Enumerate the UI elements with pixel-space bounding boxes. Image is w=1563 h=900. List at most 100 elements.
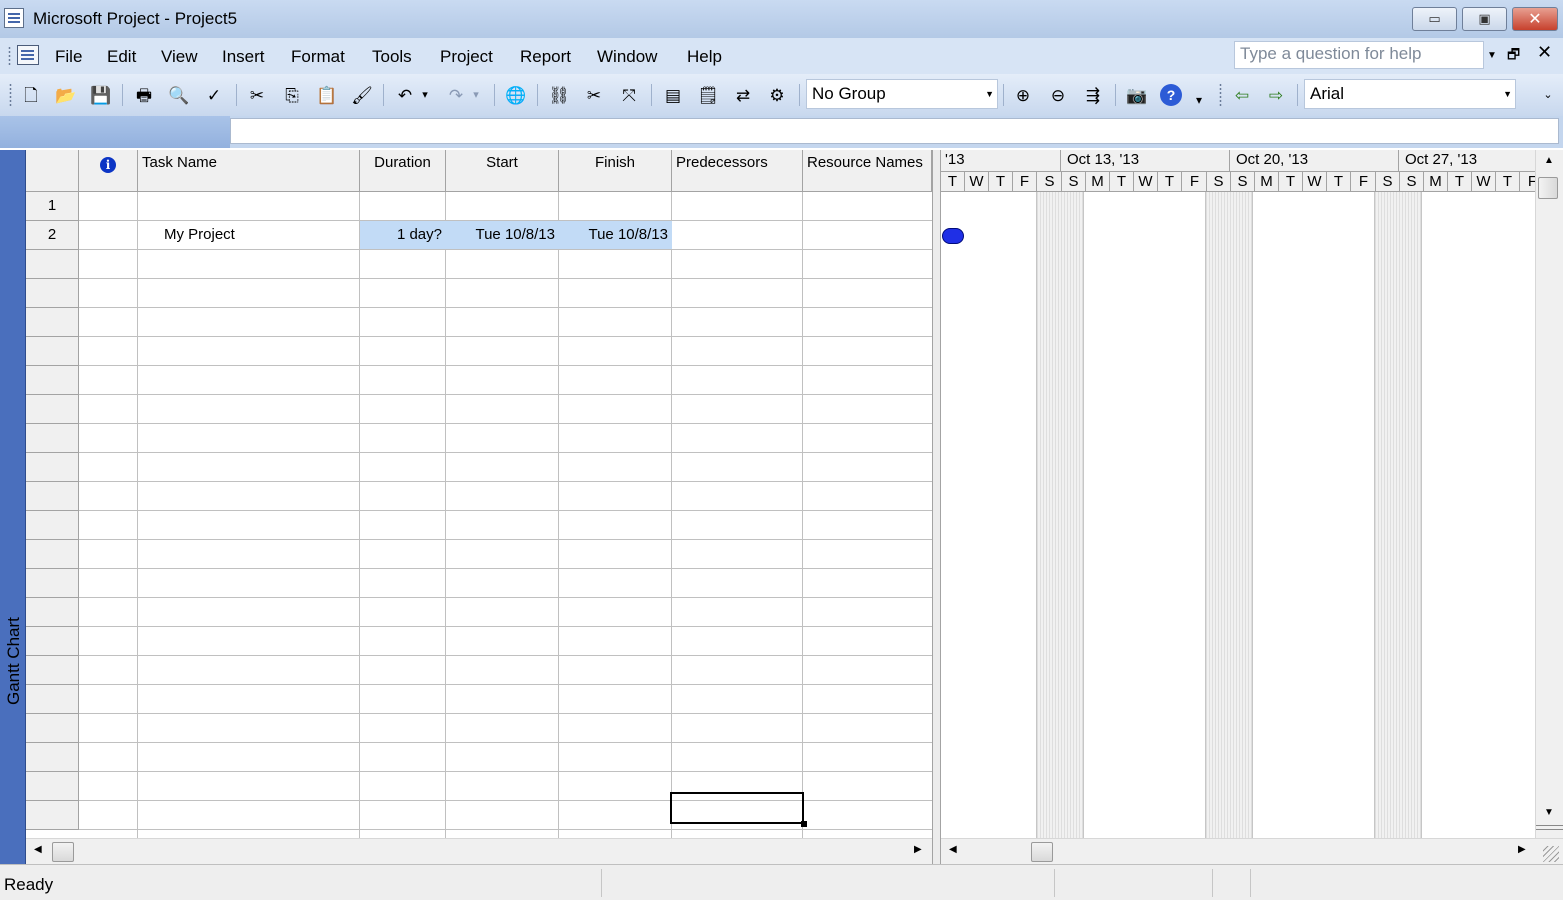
app-icon[interactable] (4, 8, 24, 28)
row-header[interactable] (26, 279, 79, 308)
scroll-right-icon[interactable]: ▶ (914, 844, 922, 855)
gantt-scroll-thumb[interactable] (1031, 842, 1053, 862)
toolbar-grip-icon[interactable] (9, 83, 12, 107)
row-header[interactable] (26, 685, 79, 714)
menu-tools[interactable]: Tools (372, 47, 412, 67)
row-header[interactable] (26, 250, 79, 279)
maximize-button[interactable]: ▣ (1462, 7, 1507, 31)
zoom-out-icon[interactable]: ⊖ (1046, 83, 1070, 107)
menu-report[interactable]: Report (520, 47, 571, 67)
spelling-icon[interactable]: ✓ (202, 83, 226, 107)
row-header[interactable] (26, 482, 79, 511)
menu-view[interactable]: View (161, 47, 198, 67)
row-header[interactable] (26, 337, 79, 366)
vertical-scroll-thumb[interactable] (1538, 177, 1558, 199)
chevron-down-icon[interactable]: ▼ (985, 89, 994, 99)
row-header[interactable] (26, 424, 79, 453)
entry-field[interactable] (230, 118, 1559, 144)
menu-help[interactable]: Help (687, 47, 722, 67)
column-header-info[interactable]: i (79, 150, 138, 192)
indent-icon[interactable]: ⇨ (1264, 83, 1288, 107)
row-header[interactable] (26, 801, 79, 830)
menu-edit[interactable]: Edit (107, 47, 136, 67)
row-header[interactable] (26, 598, 79, 627)
resource-names-cell[interactable] (807, 221, 931, 249)
row-header[interactable] (26, 772, 79, 801)
column-header-finish[interactable]: Finish (559, 150, 672, 192)
scroll-right-icon[interactable]: ▶ (1518, 844, 1526, 855)
finish-cell[interactable]: Tue 10/8/13 (559, 221, 672, 249)
print-preview-icon[interactable]: 🔍 (167, 83, 191, 107)
outdent-icon[interactable]: ⇦ (1230, 83, 1254, 107)
menu-project[interactable]: Project (440, 47, 493, 67)
row-header[interactable] (26, 627, 79, 656)
column-header-duration[interactable]: Duration (360, 150, 446, 192)
font-select[interactable]: Arial ▼ (1304, 79, 1516, 109)
timescale-major[interactable]: '13 Oct 13, '13 Oct 20, '13 Oct 27, '13 (941, 150, 1535, 172)
copy-picture-icon[interactable]: 📷 (1125, 83, 1149, 107)
scroll-left-icon[interactable]: ◀ (34, 844, 42, 855)
predecessors-cell[interactable] (676, 221, 802, 249)
vertical-scrollbar[interactable]: ▲ ▼ (1535, 150, 1563, 838)
table-horizontal-scrollbar[interactable]: ◀ ▶ (26, 838, 932, 864)
menu-format[interactable]: Format (291, 47, 345, 67)
document-restore-icon[interactable]: 🗗 (1507, 44, 1520, 68)
assign-resources-icon[interactable]: ⇄ (731, 83, 755, 107)
pane-splitter[interactable] (932, 150, 941, 864)
cut-icon[interactable]: ✂ (245, 83, 269, 107)
row-header[interactable] (26, 540, 79, 569)
help-dropdown-icon[interactable]: ▼ (1484, 41, 1500, 69)
save-icon[interactable]: 💾 (89, 83, 113, 107)
scroll-up-icon[interactable]: ▲ (1544, 155, 1554, 166)
paste-icon[interactable]: 📋 (315, 83, 339, 107)
row-header[interactable] (26, 569, 79, 598)
column-header-resource-names[interactable]: Resource Names (803, 150, 932, 192)
close-button[interactable]: ✕ (1512, 7, 1558, 31)
row-header[interactable] (26, 511, 79, 540)
duration-cell[interactable]: 1 day? (360, 221, 446, 249)
row-header[interactable] (26, 656, 79, 685)
row-header[interactable] (26, 453, 79, 482)
gantt-horizontal-scrollbar[interactable]: ◀ ▶ (941, 838, 1563, 864)
task-name-cell[interactable]: My Project (164, 221, 359, 249)
scroll-to-task-icon[interactable]: ⇶ (1081, 83, 1105, 107)
task-bar-my-project[interactable] (942, 228, 964, 244)
scroll-down-icon[interactable]: ▼ (1544, 807, 1554, 818)
document-icon[interactable] (17, 45, 39, 65)
link-tasks-icon[interactable]: ⛓ (547, 83, 571, 107)
row-header[interactable]: 2 (26, 221, 79, 250)
open-icon[interactable]: 📂 (54, 83, 78, 107)
row-header[interactable]: 1 (26, 192, 79, 221)
menu-grip-icon[interactable] (8, 46, 11, 66)
chevron-down-icon[interactable]: ▼ (1503, 89, 1512, 99)
column-header-predecessors[interactable]: Predecessors (672, 150, 803, 192)
toolbar-grip-icon[interactable] (1219, 83, 1222, 107)
menu-window[interactable]: Window (597, 47, 657, 67)
start-cell[interactable]: Tue 10/8/13 (446, 221, 559, 249)
timescale-minor[interactable]: TWTFSSMTWTFSSMTWTFSSMTWTF (941, 172, 1535, 192)
undo-icon[interactable]: ↶ (393, 83, 417, 107)
copy-icon[interactable]: ⎘ (280, 83, 304, 107)
redo-dropdown-icon[interactable]: ▾ (469, 83, 483, 107)
table-scroll-thumb[interactable] (52, 842, 74, 862)
resize-grip-icon[interactable] (1543, 846, 1559, 862)
help-search-input[interactable]: Type a question for help (1234, 41, 1484, 69)
row-header[interactable] (26, 308, 79, 337)
unlink-tasks-icon[interactable]: ✂ (582, 83, 606, 107)
formatting-options-icon[interactable]: ⌄ (1541, 83, 1555, 107)
column-header-start[interactable]: Start (446, 150, 559, 192)
select-all-corner[interactable] (26, 150, 79, 192)
minimize-button[interactable]: ▭ (1412, 7, 1457, 31)
new-icon[interactable]: 🗋 (19, 83, 43, 107)
print-icon[interactable]: 🖶 (132, 83, 156, 107)
active-cell-selection[interactable] (670, 792, 807, 827)
undo-dropdown-icon[interactable]: ▾ (418, 83, 432, 107)
hyperlink-icon[interactable]: 🌐 (504, 83, 528, 107)
document-close-icon[interactable]: ✕ (1537, 42, 1552, 63)
menu-insert[interactable]: Insert (222, 47, 265, 67)
format-painter-icon[interactable]: 🖌 (350, 83, 374, 107)
view-bar[interactable]: Gantt Chart (0, 150, 26, 864)
split-box[interactable] (1536, 825, 1563, 830)
row-header[interactable] (26, 743, 79, 772)
row-header[interactable] (26, 714, 79, 743)
